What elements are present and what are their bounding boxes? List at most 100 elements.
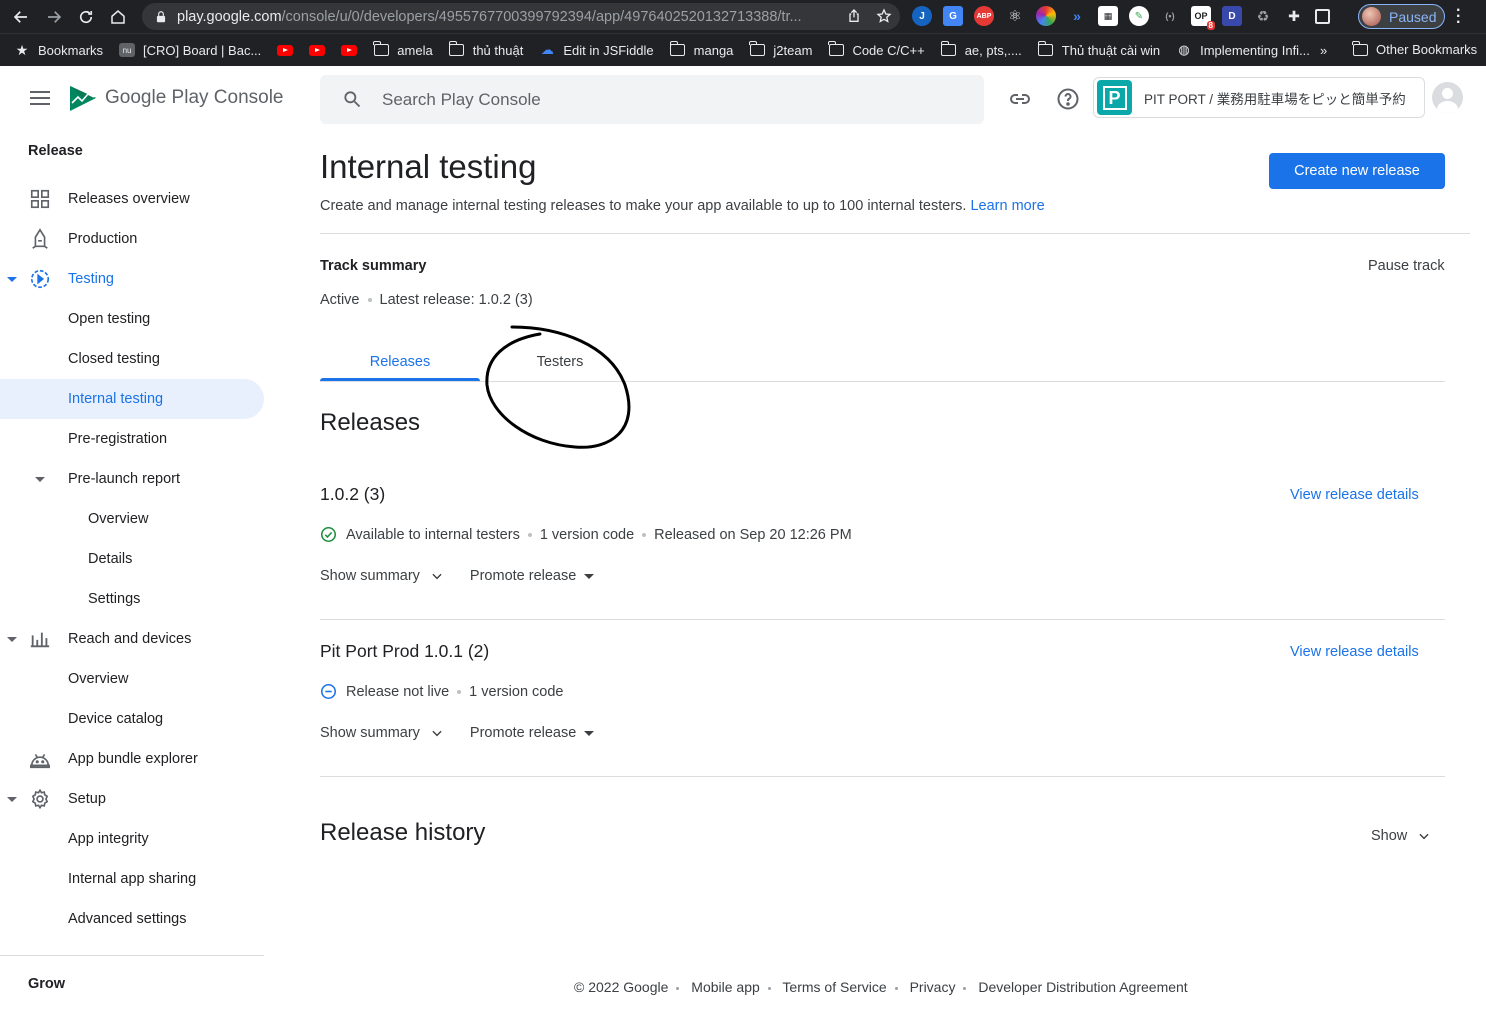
show-summary-button[interactable]: Show summary xyxy=(320,568,444,584)
sidebar-item-production[interactable]: Production xyxy=(0,219,264,259)
bookmark-item[interactable] xyxy=(277,43,301,57)
sidebar-item-reach-overview[interactable]: Overview xyxy=(0,659,264,699)
bookmark-item[interactable]: thủ thuật xyxy=(448,41,523,58)
sidebar-item-reach-and-devices[interactable]: Reach and devices xyxy=(0,619,264,659)
pause-track-button[interactable]: Pause track xyxy=(1368,258,1445,274)
bookmark-item[interactable]: ◍ Implementing Infi... xyxy=(1176,42,1310,58)
profile-status: Paused xyxy=(1389,8,1437,25)
bookmark-item[interactable]: ★ Bookmarks xyxy=(14,41,103,58)
app-selector[interactable]: P PIT PORT / 業務用駐車場をピッと簡単予約 xyxy=(1093,77,1425,118)
sidebar-item-pre-launch-details[interactable]: Details xyxy=(0,539,264,579)
sidebar-item-internal-testing[interactable]: Internal testing xyxy=(0,379,264,419)
menu-icon[interactable] xyxy=(30,91,50,105)
sidebar-item-releases-overview[interactable]: Releases overview xyxy=(0,179,264,219)
tab-releases[interactable]: Releases xyxy=(320,342,480,382)
extension-j-icon[interactable]: J xyxy=(912,6,932,26)
google-translate-icon[interactable]: G xyxy=(943,6,963,26)
bookmark-item[interactable]: manga xyxy=(669,41,733,58)
sidebar-item-app-bundle-explorer[interactable]: App bundle explorer xyxy=(0,739,264,779)
sidebar-item-setup[interactable]: Setup xyxy=(0,779,264,819)
sidebar-item-pre-launch-settings[interactable]: Settings xyxy=(0,579,264,619)
help-icon[interactable] xyxy=(1056,87,1080,111)
recycle-icon[interactable]: ♻ xyxy=(1253,6,1273,26)
sidebar-item-pre-launch-report[interactable]: Pre-launch report xyxy=(0,459,264,499)
promote-release-button[interactable]: Promote release xyxy=(470,725,595,741)
sidebar-item-app-integrity[interactable]: App integrity xyxy=(0,819,264,859)
browser-menu-icon[interactable]: · · · xyxy=(1456,3,1461,31)
extension-d-icon[interactable]: D xyxy=(1222,6,1242,26)
sidebar-section-grow[interactable]: Grow xyxy=(28,976,65,992)
show-summary-button[interactable]: Show summary xyxy=(320,725,444,741)
sidebar-item-open-testing[interactable]: Open testing xyxy=(0,299,264,339)
sidebar-item-label: Overview xyxy=(88,511,149,527)
bookmark-item[interactable]: j2team xyxy=(749,41,812,58)
sidebar-item-advanced-settings[interactable]: Advanced settings xyxy=(0,899,264,939)
chevron-down-icon[interactable] xyxy=(7,636,17,642)
address-bar[interactable]: play.google.com/console/u/0/developers/4… xyxy=(142,3,900,30)
release-history-show-button[interactable]: Show xyxy=(1371,828,1431,844)
bookmarks-bar: ★ Bookmarks nu [CRO] Board | Bac... amela thủ… xyxy=(0,33,1486,66)
footer-link-mobile-app[interactable]: Mobile app xyxy=(691,979,760,995)
footer-link-terms[interactable]: Terms of Service xyxy=(782,979,886,995)
signal-icon[interactable]: » xyxy=(1067,6,1087,26)
profile-button[interactable]: Paused xyxy=(1358,4,1445,29)
reload-icon[interactable] xyxy=(71,2,101,32)
puzzle-icon[interactable]: ✚ xyxy=(1284,6,1304,26)
react-devtools-icon[interactable]: ⚛ xyxy=(1005,6,1025,26)
search-box[interactable] xyxy=(320,75,984,124)
sidebar-item-closed-testing[interactable]: Closed testing xyxy=(0,339,264,379)
star-icon: ★ xyxy=(15,41,29,58)
brand-name: Google Play Console xyxy=(105,87,284,108)
sidebar-item-label: App integrity xyxy=(68,831,149,847)
sidebar-item-pre-launch-overview[interactable]: Overview xyxy=(0,499,264,539)
bookmark-item[interactable]: ☁ Edit in JSFiddle xyxy=(539,42,654,58)
account-avatar[interactable] xyxy=(1432,82,1463,113)
chevron-down-icon[interactable] xyxy=(35,476,45,482)
badge-extension-icon[interactable]: OP 8 xyxy=(1191,6,1215,30)
bookmark-item[interactable]: ae, pts,.... xyxy=(940,41,1022,58)
tab-testers[interactable]: Testers xyxy=(480,342,640,382)
search-input[interactable] xyxy=(382,75,962,124)
promote-release-button[interactable]: Promote release xyxy=(470,568,595,584)
bookmark-item[interactable]: amela xyxy=(373,41,433,58)
bookmarks-more-button[interactable]: » xyxy=(1320,43,1327,58)
sidebar-item-testing[interactable]: Testing xyxy=(0,259,264,299)
forward-icon[interactable] xyxy=(39,2,69,32)
create-new-release-button[interactable]: Create new release xyxy=(1269,153,1445,189)
share-icon[interactable] xyxy=(846,8,862,24)
show-summary-label: Show summary xyxy=(320,725,420,741)
star-icon[interactable] xyxy=(876,8,892,24)
youtube-icon xyxy=(341,43,358,57)
bookmark-item[interactable] xyxy=(309,43,333,57)
bookmark-item[interactable]: Code C/C++ xyxy=(828,41,925,58)
footer-link-dda[interactable]: Developer Distribution Agreement xyxy=(978,979,1187,995)
side-panel-icon[interactable] xyxy=(1315,8,1330,24)
back-icon[interactable] xyxy=(6,2,36,32)
view-release-details-link[interactable]: View release details xyxy=(1290,644,1419,660)
folder-icon xyxy=(749,41,765,57)
folder-icon xyxy=(828,41,844,57)
globe-icon: ◍ xyxy=(1178,42,1190,57)
bookmark-item[interactable]: nu [CRO] Board | Bac... xyxy=(119,43,261,58)
edit-icon[interactable]: ✎ xyxy=(1129,6,1149,26)
bookmark-item[interactable] xyxy=(341,43,365,57)
qr-code-icon[interactable]: ▦ xyxy=(1098,6,1118,26)
color-picker-icon[interactable] xyxy=(1036,6,1056,26)
sidebar-divider xyxy=(0,955,264,956)
wifi-icon[interactable]: (•) xyxy=(1160,6,1180,26)
link-icon[interactable] xyxy=(1008,87,1032,111)
extensions-bar: J G ABP ⚛ » ▦ ✎ (•) OP 8 D ♻ ✚ xyxy=(912,6,1330,30)
learn-more-link[interactable]: Learn more xyxy=(970,198,1044,214)
adblock-icon[interactable]: ABP xyxy=(974,6,994,26)
footer-link-privacy[interactable]: Privacy xyxy=(910,979,956,995)
sidebar-item-internal-app-sharing[interactable]: Internal app sharing xyxy=(0,859,264,899)
other-bookmarks[interactable]: Other Bookmarks xyxy=(1352,40,1477,57)
chevron-down-icon[interactable] xyxy=(7,276,17,282)
view-release-details-link[interactable]: View release details xyxy=(1290,487,1419,503)
home-icon[interactable] xyxy=(103,2,133,32)
sidebar-item-device-catalog[interactable]: Device catalog xyxy=(0,699,264,739)
sidebar-item-pre-registration[interactable]: Pre-registration xyxy=(0,419,264,459)
chevron-down-icon[interactable] xyxy=(7,796,17,802)
bookmark-item[interactable]: Thủ thuật cài win xyxy=(1037,41,1160,58)
release-name: Pit Port Prod 1.0.1 (2) xyxy=(320,641,490,661)
